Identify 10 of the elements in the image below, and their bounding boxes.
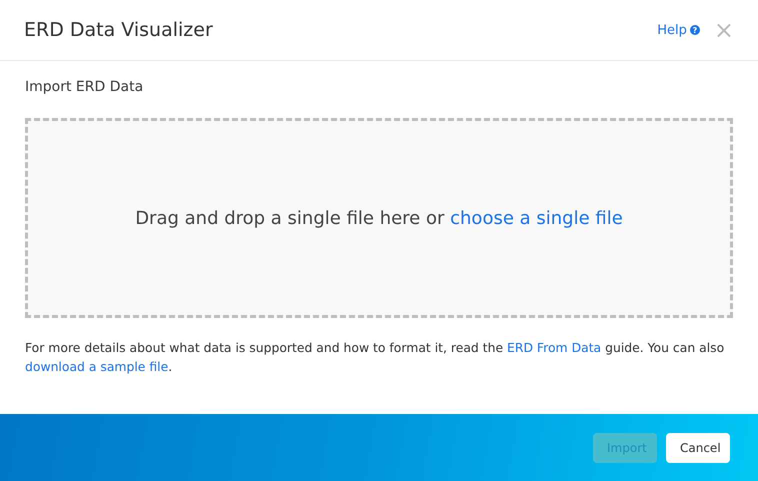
choose-file-link[interactable]: choose a single file	[450, 208, 623, 228]
section-title: Import ERD Data	[25, 79, 144, 97]
cancel-button[interactable]: Cancel	[666, 432, 730, 462]
guide-link[interactable]: download a sample file	[25, 359, 168, 374]
drop-text: Drag and drop a single file here or choose a single file	[135, 208, 623, 228]
window-title: ERD Data Visualizer	[24, 19, 214, 41]
help-link[interactable]: Help ?	[657, 22, 700, 38]
drop-zone[interactable]: Drag and drop a single file here or choose a single file	[25, 118, 733, 318]
guide-link[interactable]: ERD From Data	[507, 340, 602, 355]
help-paragraph: For more details about what data is supported and how to format it, read the ERD From Data guide. You can also download a sample file.	[25, 339, 726, 376]
